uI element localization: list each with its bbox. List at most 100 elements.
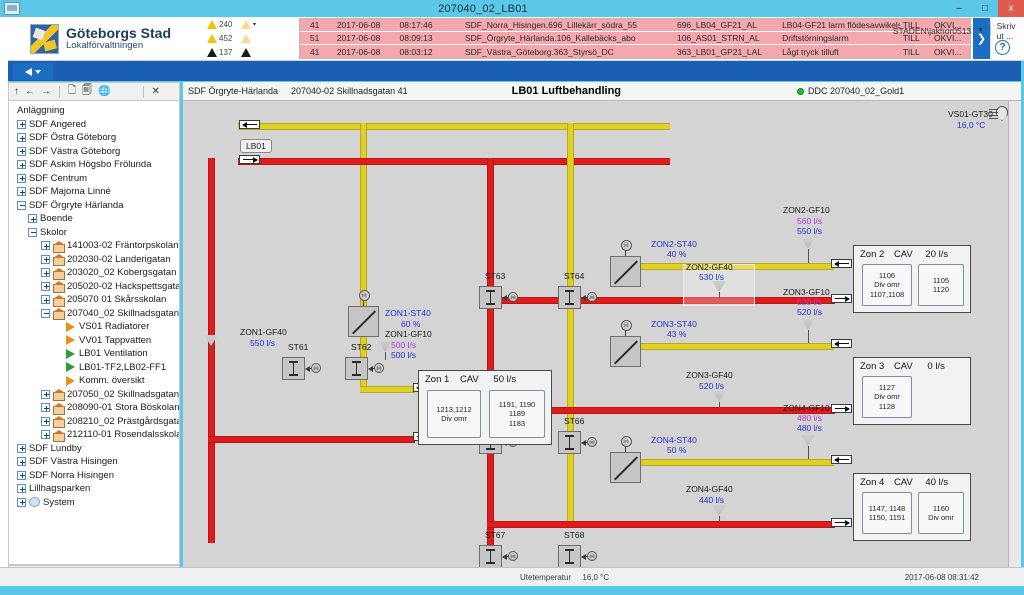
alarm-list[interactable]: 41 2017-06-08 08:17:46 SDF_Norra_Hisinge… bbox=[299, 18, 972, 59]
tree-item[interactable]: Lillhagsparken bbox=[15, 482, 179, 496]
tree-expand-toggle[interactable] bbox=[41, 403, 50, 413]
alarm-filter-mute[interactable] bbox=[241, 34, 261, 43]
close-button[interactable]: x bbox=[998, 0, 1024, 17]
damper-st67[interactable] bbox=[479, 545, 502, 567]
control-damper-zon4-st40[interactable] bbox=[610, 452, 641, 483]
zon1-gf40-sensor-icon[interactable] bbox=[204, 335, 218, 346]
tree-expand-toggle[interactable] bbox=[28, 214, 37, 224]
tree-item[interactable]: SDF Askim Högsbo Frölunda bbox=[15, 158, 179, 172]
tree-item[interactable]: Skolor bbox=[15, 226, 179, 240]
tree-item[interactable]: SDF Angered bbox=[15, 118, 179, 132]
tree-item[interactable]: Komm. översikt bbox=[15, 374, 179, 388]
tree-expand-toggle[interactable] bbox=[41, 268, 50, 278]
alarm-list-button[interactable] bbox=[241, 48, 261, 57]
tree-expand-toggle[interactable] bbox=[17, 146, 26, 156]
tree-item[interactable]: SDF Lundby bbox=[15, 442, 179, 456]
zon2-room-cell-2[interactable]: 1105 1120 bbox=[918, 264, 964, 306]
tree-item[interactable]: 208210_02 Prästgårdsgatan 44 bbox=[15, 415, 179, 429]
tree-item[interactable]: 205070 01 Skårsskolan bbox=[15, 293, 179, 307]
zone-box-zon4[interactable]: Zon 4 CAV 40 l/s 1147, 1148 1150, 1151 11… bbox=[853, 473, 971, 541]
zon4-room-cell-2[interactable]: 1160 Div omr bbox=[918, 492, 964, 534]
control-damper-zon1-st40[interactable] bbox=[348, 306, 379, 337]
zon1-room-cell-1[interactable]: 1213,1212 Div omr bbox=[427, 390, 481, 438]
tree-expand-toggle[interactable] bbox=[17, 497, 26, 507]
zon2-room-cell-1[interactable]: 1106 Div omr 1107,1108 bbox=[862, 264, 912, 306]
chevron-down-icon[interactable]: ▼ bbox=[977, 27, 984, 34]
tree-expand-toggle[interactable] bbox=[41, 241, 50, 251]
zon1-gf10-sensor-icon[interactable] bbox=[378, 341, 392, 352]
tree-item[interactable]: 202030-02 Landerigatan bbox=[15, 253, 179, 267]
tree-item[interactable]: SDF Centrum bbox=[15, 172, 179, 186]
tree-expand-toggle[interactable] bbox=[17, 160, 26, 170]
tree-expand-toggle[interactable] bbox=[41, 295, 50, 305]
zone-box-zon1[interactable]: Zon 1 CAV 50 l/s 1213,1212 Div omr 1191, … bbox=[418, 370, 552, 445]
alarm-row[interactable]: 41 2017-06-08 08:17:46 SDF_Norra_Hisinge… bbox=[300, 19, 971, 32]
tree-item[interactable]: SDF Norra Hisingen bbox=[15, 469, 179, 483]
navigate-back-icon[interactable]: ← bbox=[25, 86, 35, 97]
help-icon[interactable]: ? bbox=[995, 39, 1010, 55]
zone-box-zon3[interactable]: Zon 3 CAV 0 l/s 1127 Div omr 1128 bbox=[853, 357, 971, 425]
tree-collapse-toggle[interactable] bbox=[41, 308, 50, 318]
tree-item[interactable]: LB01-TF2,LB02-FF1 bbox=[15, 361, 179, 375]
zon2-gf10-sensor-icon[interactable] bbox=[801, 238, 815, 249]
zon3-room-cell-1[interactable]: 1127 Div omr 1128 bbox=[862, 376, 912, 418]
damper-st61[interactable] bbox=[282, 357, 305, 380]
zon4-gf40-sensor-icon[interactable] bbox=[712, 505, 726, 516]
breadcrumb-building[interactable]: 207040-02 Skillnadsgatan 41 bbox=[291, 86, 408, 96]
back-navigation-tab[interactable] bbox=[13, 63, 53, 80]
temperature-sensor-icon[interactable] bbox=[989, 106, 1008, 133]
tree-item[interactable]: VV01 Tappvatten bbox=[15, 334, 179, 348]
navigation-tree[interactable]: Anläggning SDF Angered SDF Östra Göteborg S… bbox=[8, 100, 180, 565]
paste-icon[interactable]: 🗐 bbox=[82, 83, 92, 100]
tree-expand-toggle[interactable] bbox=[17, 484, 26, 494]
control-damper-zon2-st40[interactable] bbox=[610, 256, 641, 287]
tree-item[interactable]: 208090-01 Stora Böskolan bbox=[15, 401, 179, 415]
tree-expand-toggle[interactable] bbox=[41, 254, 50, 264]
tree-expand-toggle[interactable] bbox=[17, 470, 26, 480]
minimize-button[interactable]: – bbox=[946, 0, 972, 17]
tree-expand-toggle[interactable] bbox=[17, 443, 26, 453]
copy-icon[interactable]: 🗋 bbox=[68, 83, 76, 100]
alarm-row[interactable]: 41 2017-06-08 08:03:12 SDF_Västra_Götebo… bbox=[300, 45, 971, 58]
tree-expand-toggle[interactable] bbox=[17, 173, 26, 183]
tree-expand-toggle[interactable] bbox=[17, 133, 26, 143]
print-button[interactable]: Skriv ut ... bbox=[997, 21, 1016, 41]
tree-item[interactable]: SDF Östra Göteborg bbox=[15, 131, 179, 145]
damper-st64[interactable] bbox=[558, 286, 581, 309]
zon4-gf10-sensor-icon[interactable] bbox=[801, 435, 815, 446]
tree-item[interactable]: 212110-01 Rosendalsskolan bbox=[15, 428, 179, 442]
alarm-counter-blocked[interactable]: 137 bbox=[207, 48, 241, 57]
tree-expand-toggle[interactable] bbox=[41, 281, 50, 291]
tree-collapse-toggle[interactable] bbox=[17, 200, 26, 210]
alarm-counters[interactable]: 240 ▾ 452 137 bbox=[207, 18, 293, 60]
navigate-forward-icon[interactable]: → bbox=[41, 86, 51, 97]
tree-expand-toggle[interactable] bbox=[17, 119, 26, 129]
tree-item[interactable]: 207040_02 Skillnadsgatan förs... bbox=[15, 307, 179, 321]
tree-expand-toggle[interactable] bbox=[41, 430, 50, 440]
globe-icon[interactable]: 🌐 bbox=[98, 86, 110, 97]
zone-box-zon2[interactable]: Zon 2 CAV 20 l/s 1106 Div omr 1107,1108 11… bbox=[853, 245, 971, 313]
tree-item[interactable]: SDF Västra Hisingen bbox=[15, 455, 179, 469]
tree-item[interactable]: System bbox=[15, 496, 179, 510]
tree-collapse-toggle[interactable] bbox=[28, 227, 37, 237]
damper-st63[interactable] bbox=[479, 286, 502, 309]
tools-icon[interactable]: ✕ bbox=[152, 86, 160, 97]
tree-item[interactable]: VS01 Radiatorer bbox=[15, 320, 179, 334]
damper-st68[interactable] bbox=[558, 545, 581, 567]
tree-item[interactable]: 141003-02 Fräntorpskolan bbox=[15, 239, 179, 253]
zon3-gf40-sensor-icon[interactable] bbox=[712, 391, 726, 402]
tree-item[interactable]: Boende bbox=[15, 212, 179, 226]
tree-expand-toggle[interactable] bbox=[17, 457, 26, 467]
breadcrumb-district[interactable]: SDF Örgryte-Härlanda bbox=[188, 86, 278, 96]
navigate-up-icon[interactable]: ↑ bbox=[14, 86, 19, 97]
alarm-counter-active[interactable]: 452 bbox=[207, 34, 241, 43]
tree-expand-toggle[interactable] bbox=[41, 416, 50, 426]
zon1-room-cell-2[interactable]: 1191, 1190 1189 1183 bbox=[489, 390, 545, 438]
tree-expand-toggle[interactable] bbox=[17, 187, 26, 197]
tree-item[interactable]: LB01 Ventilation bbox=[15, 347, 179, 361]
alarm-counter-unacked[interactable]: 240 bbox=[207, 20, 241, 29]
zon3-gf10-sensor-icon[interactable] bbox=[801, 319, 815, 330]
damper-st62[interactable] bbox=[345, 357, 368, 380]
process-diagram[interactable]: LB01 Ⓜ ST61 Ⓜ ST62 Ⓜ ST63 Ⓜ ST64 Ⓜ ST66 … bbox=[183, 101, 1021, 567]
tree-item[interactable]: SDF Majorna Linné bbox=[15, 185, 179, 199]
